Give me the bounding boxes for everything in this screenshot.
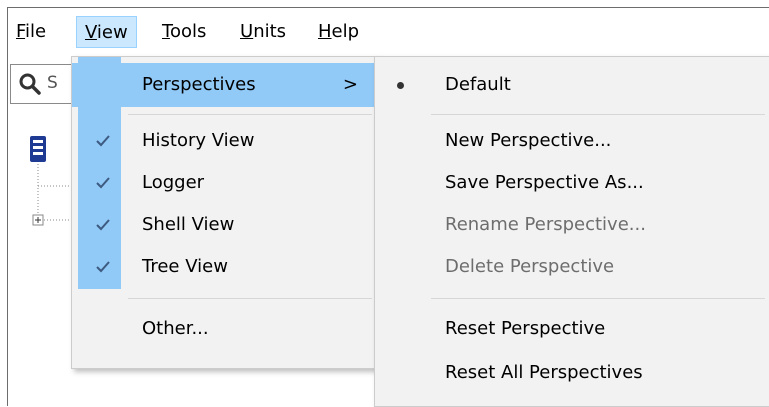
- view-menu: Perspectives > History View Logger Shell…: [71, 56, 377, 369]
- menu-item-save-perspective-as[interactable]: Save Perspective As...: [375, 161, 769, 205]
- logger-label: Logger: [142, 172, 205, 193]
- radio-bullet-icon: [397, 82, 404, 89]
- search-placeholder: S: [47, 73, 58, 93]
- menu-units[interactable]: Units: [232, 16, 294, 48]
- menu-item-reset-all-perspectives[interactable]: Reset All Perspectives: [375, 351, 769, 395]
- checkmark-icon: [96, 219, 110, 231]
- search-icon: [19, 73, 41, 95]
- reset-all-perspectives-label: Reset All Perspectives: [445, 362, 643, 383]
- checkmark-icon: [96, 261, 110, 273]
- checkmark-icon: [96, 177, 110, 189]
- menu-tools[interactable]: Tools: [154, 16, 214, 48]
- menu-units-label: nits: [253, 21, 287, 42]
- menu-item-tree-view[interactable]: Tree View: [72, 245, 376, 289]
- menu-tools-label: ools: [169, 21, 207, 42]
- menu-item-rename-perspective: Rename Perspective...: [375, 203, 769, 247]
- menu-file[interactable]: File: [8, 16, 54, 48]
- menu-file-label: ile: [25, 21, 47, 42]
- menu-tools-mnemonic: T: [162, 21, 170, 42]
- default-label: Default: [445, 74, 511, 95]
- menu-item-shell-view[interactable]: Shell View: [72, 203, 376, 247]
- rename-perspective-label: Rename Perspective...: [445, 214, 646, 235]
- save-perspective-as-label: Save Perspective As...: [445, 172, 644, 193]
- menu-item-delete-perspective: Delete Perspective: [375, 245, 769, 289]
- menu-item-default[interactable]: Default: [375, 63, 769, 107]
- search-input[interactable]: S: [10, 64, 80, 104]
- menu-file-mnemonic: F: [16, 21, 26, 42]
- perspectives-submenu: Default New Perspective... Save Perspect…: [374, 56, 769, 407]
- menu-view[interactable]: View: [76, 16, 137, 48]
- menu-separator: [431, 114, 765, 115]
- other-label: Other...: [142, 318, 209, 339]
- app-window: File View Tools Units Help S Perspective…: [7, 7, 769, 407]
- menu-help[interactable]: Help: [310, 16, 367, 48]
- menu-view-label: iew: [96, 22, 128, 43]
- menu-item-history-view[interactable]: History View: [72, 119, 376, 163]
- menu-item-logger[interactable]: Logger: [72, 161, 376, 205]
- menu-separator: [128, 114, 372, 115]
- submenu-arrow-icon: >: [342, 74, 358, 95]
- perspectives-label: Perspectives: [142, 74, 256, 95]
- history-view-label: History View: [142, 130, 255, 151]
- delete-perspective-label: Delete Perspective: [445, 256, 615, 277]
- shell-view-label: Shell View: [142, 214, 235, 235]
- menu-help-mnemonic: H: [318, 21, 332, 42]
- menu-item-reset-perspective[interactable]: Reset Perspective: [375, 307, 769, 351]
- menu-item-new-perspective[interactable]: New Perspective...: [375, 119, 769, 163]
- tree-view-label: Tree View: [142, 256, 228, 277]
- menu-help-label: elp: [331, 21, 360, 42]
- server-icon[interactable]: [30, 136, 46, 162]
- menu-units-mnemonic: U: [240, 21, 254, 42]
- checkmark-icon: [96, 135, 110, 147]
- menu-view-mnemonic: V: [85, 22, 97, 43]
- menu-item-perspectives[interactable]: Perspectives >: [72, 63, 376, 107]
- menu-separator: [431, 298, 765, 299]
- expand-plus-icon[interactable]: [32, 214, 44, 226]
- menu-separator: [128, 298, 372, 299]
- menu-item-other[interactable]: Other...: [72, 307, 376, 351]
- menu-bar: File View Tools Units Help: [8, 8, 769, 56]
- new-perspective-label: New Perspective...: [445, 130, 612, 151]
- reset-perspective-label: Reset Perspective: [445, 318, 606, 339]
